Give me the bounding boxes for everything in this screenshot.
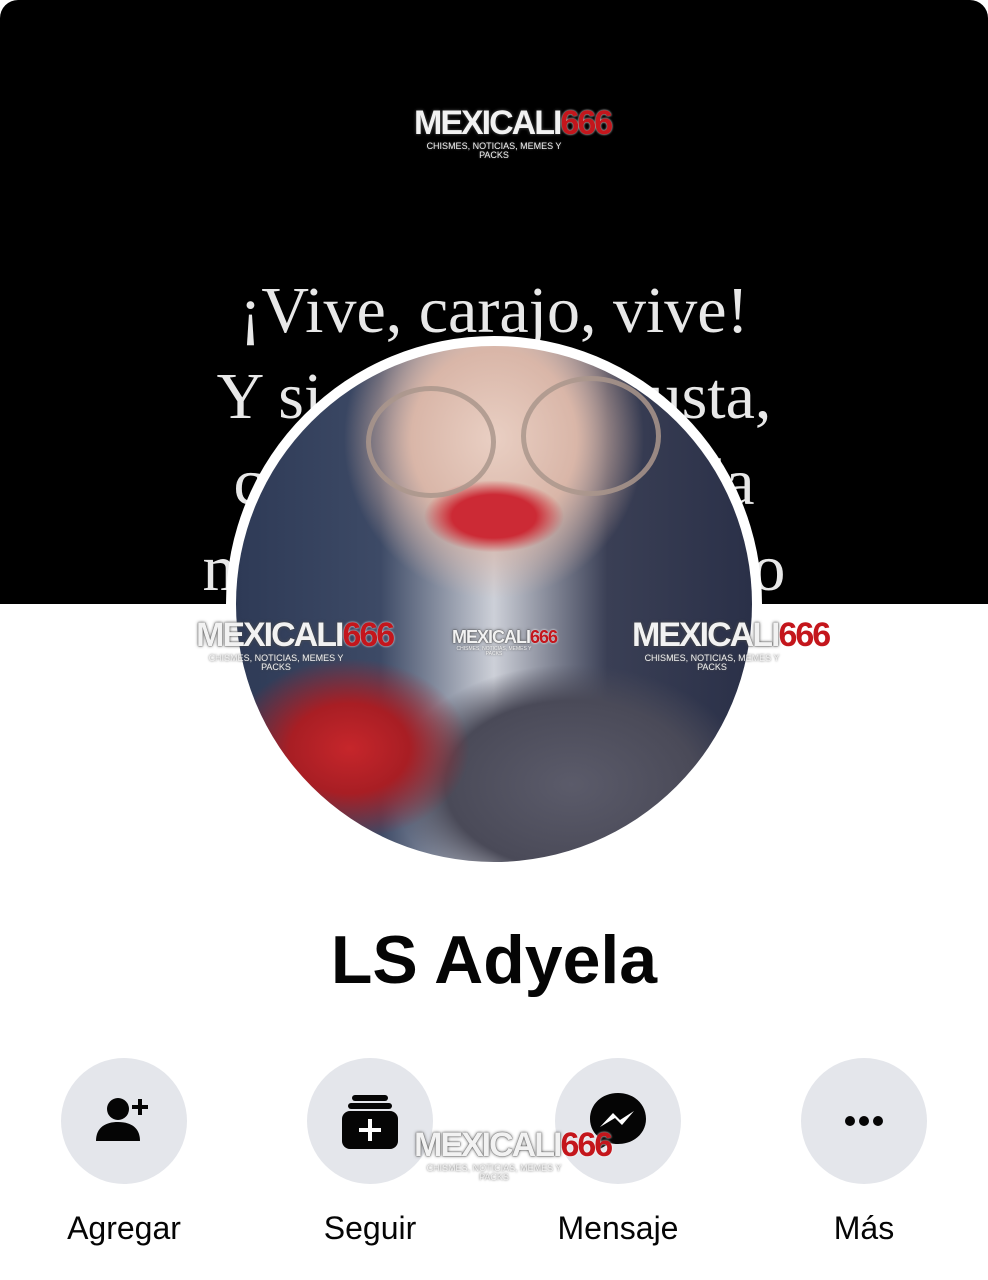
add-friend-button[interactable]: Agregar: [24, 1058, 224, 1248]
profile-photo-image: [236, 346, 752, 862]
message-label: Mensaje: [557, 1210, 679, 1246]
glasses-shape: [521, 376, 661, 496]
more-dots-icon: [845, 1116, 883, 1126]
watermark-logo-bottom: MEXICALI666 CHISMES, NOTICIAS, MEMES Y P…: [414, 1126, 613, 1182]
watermark-logo-right: MEXICALI666 CHISMES, NOTICIAS, MEMES Y P…: [632, 616, 831, 672]
watermark-logo-left: MEXICALI666 CHISMES, NOTICIAS, MEMES Y P…: [196, 616, 395, 672]
follow-label: Seguir: [323, 1210, 417, 1246]
profile-name: LS Adyela: [330, 922, 658, 998]
cover-watermark-logo: MEXICALI666 CHISMES, NOTICIAS, MEMES Y P…: [414, 104, 613, 160]
profile-picture[interactable]: [226, 336, 762, 872]
watermark-logo-center: MEXICALI666 CHISMES, NOTICIAS, MEMES Y P…: [452, 627, 558, 657]
more-label: Más: [833, 1210, 895, 1246]
add-friend-button-circle[interactable]: [61, 1058, 187, 1184]
glasses-shape: [366, 386, 496, 498]
add-friend-icon: [96, 1098, 148, 1141]
more-button-circle[interactable]: [801, 1058, 927, 1184]
follow-icon: [342, 1095, 398, 1149]
add-friend-label: Agregar: [67, 1210, 181, 1246]
more-button[interactable]: Más: [764, 1058, 964, 1248]
